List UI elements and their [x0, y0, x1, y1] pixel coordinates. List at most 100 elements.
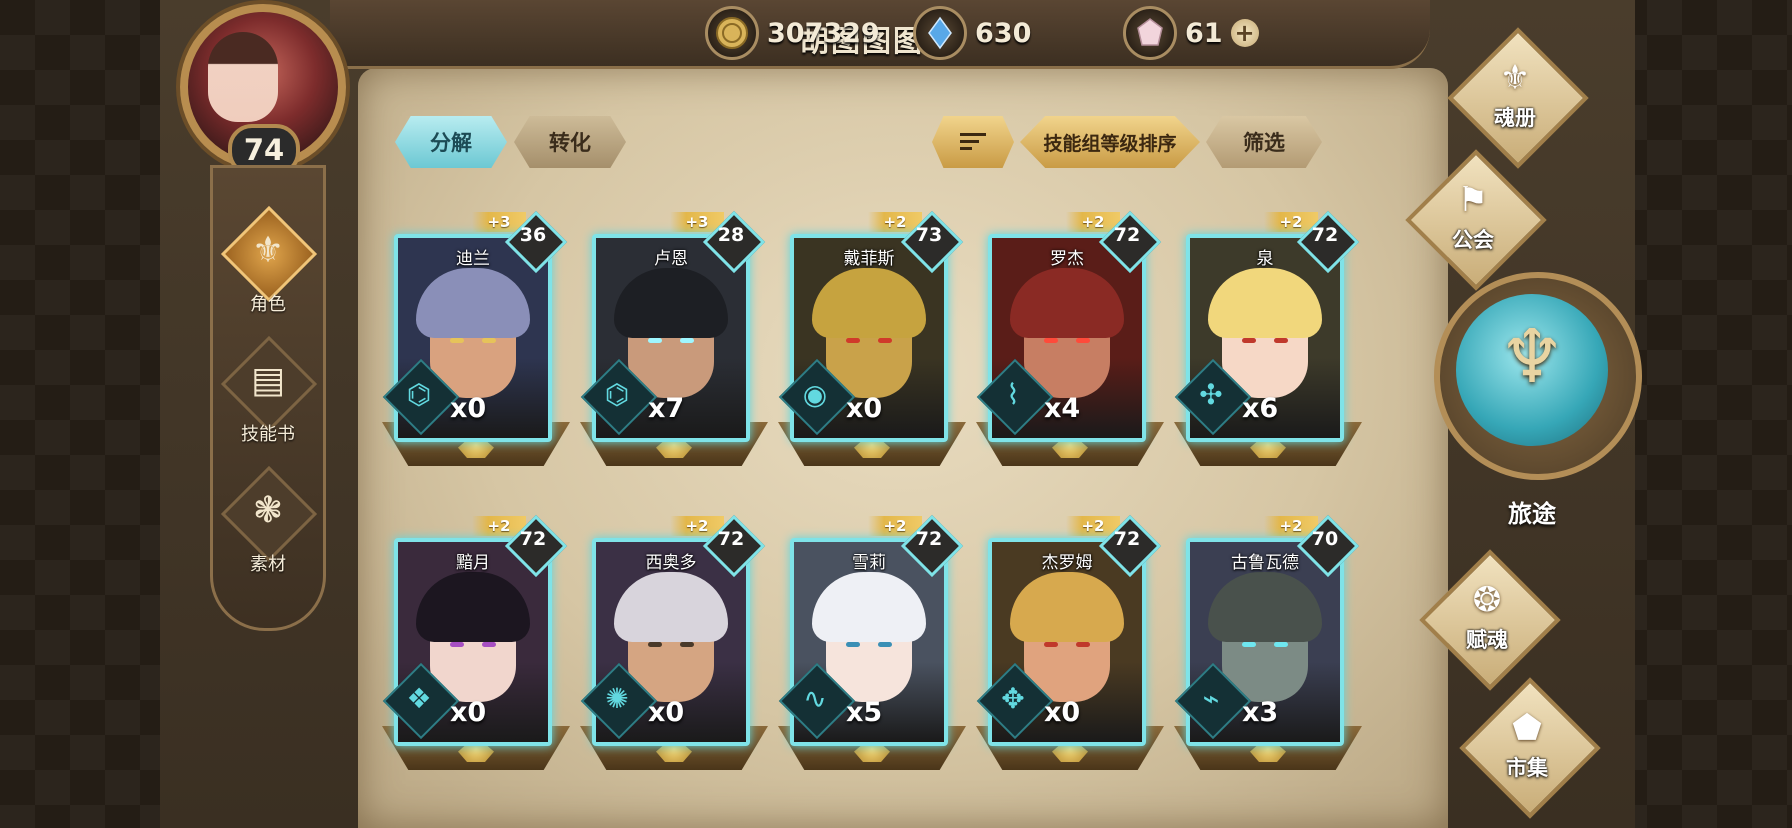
gold-amount: 307329 — [767, 17, 880, 49]
pink-gem-icon — [1123, 6, 1177, 60]
nav-label: 角色 — [250, 294, 286, 315]
hero-level: 72 — [519, 528, 547, 550]
left-border-pattern — [0, 0, 180, 828]
hero-level: 73 — [915, 224, 943, 246]
hero-hair — [416, 572, 530, 642]
nav-label: 市集 — [1506, 756, 1548, 780]
hero-hair — [614, 572, 728, 642]
nav-label: 素材 — [250, 554, 286, 575]
sort-by-skill-level-button[interactable]: 技能组等级排序 — [1020, 116, 1200, 168]
skill-rune-icon: ✣ — [1199, 378, 1223, 411]
hero-eye — [878, 338, 892, 343]
nav-item-material[interactable]: ❃ 素材 — [213, 465, 323, 578]
nav-label: 赋魂 — [1466, 628, 1508, 652]
hero-eye — [1274, 338, 1288, 343]
hero-eye — [846, 642, 860, 647]
hero-level: 72 — [717, 528, 745, 550]
journey-label: 旅途 — [1508, 500, 1556, 528]
hero-card[interactable]: +2 西奥多 72 ✺ x0 — [580, 514, 768, 776]
hero-hair — [416, 268, 530, 338]
filter-button[interactable]: 筛选 — [1206, 116, 1322, 168]
journey-button[interactable]: ♆ 旅途 — [1432, 262, 1642, 552]
hero-level: 72 — [1113, 528, 1141, 550]
hero-level: 70 — [1311, 528, 1339, 550]
hero-eye — [1076, 338, 1090, 343]
skill-rune-icon: ⌬ — [604, 378, 630, 411]
hero-eye — [1242, 642, 1256, 647]
hero-count: x7 — [648, 393, 685, 424]
skill-rune-icon: ∿ — [803, 682, 827, 715]
skill-rune-icon: ⌇ — [1006, 378, 1020, 411]
hero-hair — [1010, 268, 1124, 338]
nav-market[interactable]: ⬟ 市集 — [1452, 677, 1602, 819]
hero-eye — [648, 642, 662, 647]
hero-card[interactable]: +3 卢恩 28 ⌬ x7 — [580, 210, 768, 472]
hero-card[interactable]: +2 杰罗姆 72 ✥ x0 — [976, 514, 1164, 776]
hero-count: x4 — [1044, 393, 1081, 424]
hero-card[interactable]: +3 迪兰 36 ⌬ x0 — [382, 210, 570, 472]
nav-item-character[interactable]: ⚜ 角色 — [213, 205, 323, 318]
beast-material-icon: ❃ — [252, 490, 284, 531]
hero-count: x0 — [450, 697, 487, 728]
hero-eye — [450, 642, 464, 647]
hero-eye — [1274, 642, 1288, 647]
hero-level: 72 — [1113, 224, 1141, 246]
hero-card[interactable]: +2 戴菲斯 73 ◉ x0 — [778, 210, 966, 472]
hero-level: 72 — [915, 528, 943, 550]
hero-eye — [450, 338, 464, 343]
hero-count: x3 — [1242, 697, 1279, 728]
nav-label: 技能书 — [241, 424, 295, 445]
nav-guild[interactable]: ⚑ 公会 — [1398, 149, 1548, 291]
market-gem-icon: ⬟ — [1512, 708, 1542, 748]
skill-rune-icon: ✺ — [605, 682, 629, 715]
nav-fusion[interactable]: ❂ 赋魂 — [1412, 549, 1562, 691]
nav-soul-book[interactable]: ⚜ 魂册 — [1440, 27, 1590, 169]
crystal-currency: 630 — [913, 6, 1031, 60]
blue-crystal-icon — [913, 6, 967, 60]
nav-diamond — [1419, 549, 1561, 691]
skill-rune-icon: ✥ — [1001, 682, 1025, 715]
hero-eye — [878, 642, 892, 647]
sort-order-button[interactable] — [932, 116, 1014, 168]
add-gem-button[interactable]: + — [1230, 19, 1259, 47]
hero-card[interactable]: +2 罗杰 72 ⌇ x4 — [976, 210, 1164, 472]
tab-convert[interactable]: 转化 — [514, 116, 626, 168]
nav-diamond — [1447, 27, 1589, 169]
hero-eye — [680, 642, 694, 647]
player-avatar[interactable]: 74 — [158, 0, 368, 190]
helmet-icon: ⚜ — [251, 230, 285, 271]
guild-banner-icon: ⚑ — [1457, 180, 1489, 220]
hero-card[interactable]: +2 古鲁瓦德 70 ⌁ x3 — [1174, 514, 1362, 776]
soul-flame-icon: ❂ — [1472, 580, 1502, 620]
skill-rune-icon: ⌁ — [1202, 682, 1220, 715]
skill-rune-icon: ⌬ — [406, 378, 432, 411]
hero-count: x0 — [1044, 697, 1081, 728]
left-nav: ⚜ 角色 ▤ 技能书 ❃ 素材 — [210, 165, 326, 631]
nav-item-skill-book[interactable]: ▤ 技能书 — [213, 335, 323, 448]
nav-label: 魂册 — [1494, 106, 1536, 130]
hero-eye — [1076, 642, 1090, 647]
hero-hair — [1208, 572, 1322, 642]
hero-card[interactable]: +2 雪莉 72 ∿ x5 — [778, 514, 966, 776]
hero-card[interactable]: +2 黯月 72 ❖ x0 — [382, 514, 570, 776]
skill-book-icon: ▤ — [250, 360, 285, 401]
hero-eye — [482, 338, 496, 343]
hero-count: x0 — [450, 393, 487, 424]
gold-currency: 307329 — [705, 6, 880, 60]
skill-rune-icon: ❖ — [406, 682, 432, 715]
trident-emblem-icon: ♆ — [1498, 314, 1566, 400]
helmet-icon: ⚜ — [1499, 58, 1531, 98]
hero-eye — [680, 338, 694, 343]
gold-coin-icon — [705, 6, 759, 60]
hero-eye — [1044, 642, 1058, 647]
tab-decompose[interactable]: 分解 — [395, 116, 507, 168]
gem-amount: 61 — [1185, 17, 1223, 49]
skill-rune-icon: ◉ — [802, 378, 828, 411]
hero-card[interactable]: +2 泉 72 ✣ x6 — [1174, 210, 1362, 472]
avatar-portrait — [208, 32, 278, 122]
hero-eye — [482, 642, 496, 647]
nav-diamond — [1459, 677, 1601, 819]
hero-count: x6 — [1242, 393, 1279, 424]
hero-eye — [1044, 338, 1058, 343]
hero-level: 72 — [1311, 224, 1339, 246]
